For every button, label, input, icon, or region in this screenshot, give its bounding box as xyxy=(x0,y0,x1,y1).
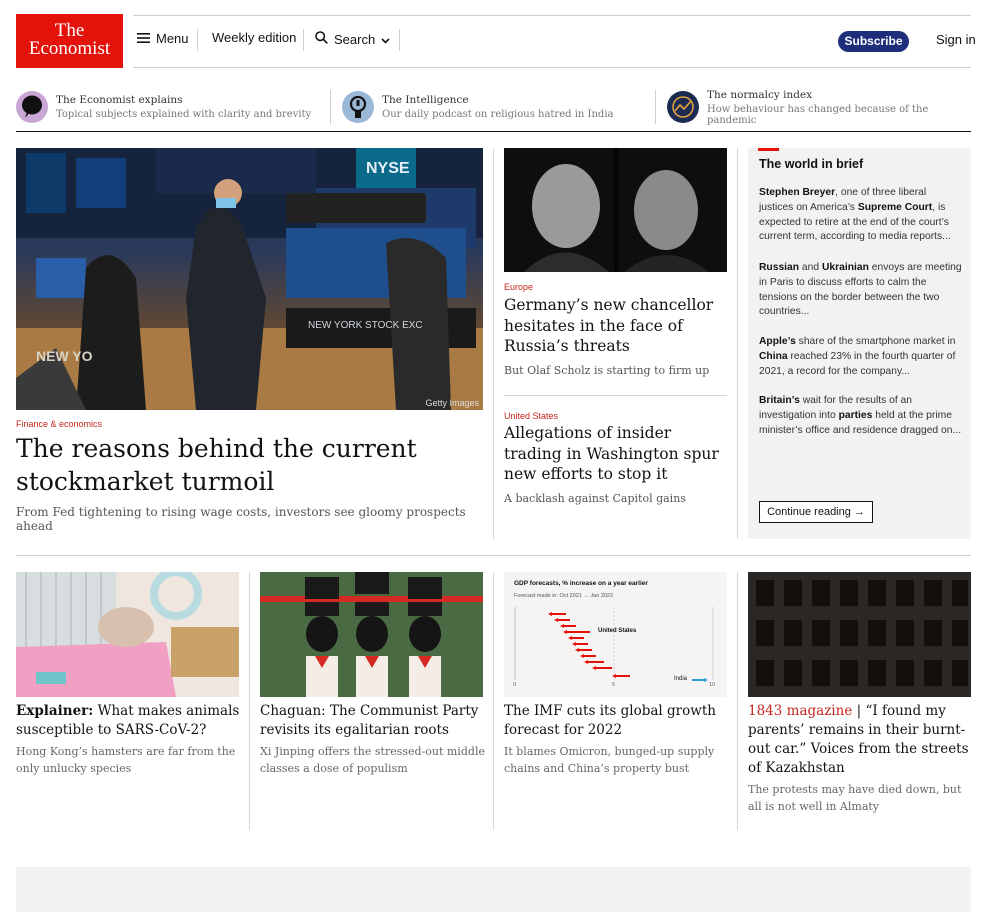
promo-title: The Intelligence xyxy=(382,94,469,106)
card-subtitle: The protests may have died down, but all… xyxy=(748,783,962,813)
subscribe-button[interactable]: Subscribe xyxy=(838,31,909,52)
column-divider xyxy=(249,572,250,830)
menu-label: Menu xyxy=(156,31,189,46)
floor-sign: NEW YORK STOCK EXC xyxy=(308,320,423,331)
card-headline[interactable]: 1843 magazine | “I found my parents’ rem… xyxy=(748,702,970,778)
footer-placeholder xyxy=(16,867,971,912)
menu-button[interactable]: Menu xyxy=(137,31,189,46)
brief-item: Apple’s share of the smartphone market i… xyxy=(759,336,956,377)
chart-tick: 0 xyxy=(513,682,517,688)
search-label: Search xyxy=(334,31,376,47)
podcast-head-icon xyxy=(342,91,374,123)
article-subtitle: A backlash against Capitol gains xyxy=(504,492,686,505)
sign-in-link[interactable]: Sign in xyxy=(936,32,976,47)
promo-divider xyxy=(330,90,331,124)
promo-subtitle: Our daily podcast on religious hatred in… xyxy=(382,109,614,120)
chart-label-india: India xyxy=(674,676,688,682)
card-subtitle: Hong Kong’s hamsters are far from the on… xyxy=(16,745,236,775)
chevron-down-icon xyxy=(381,32,390,47)
economist-logo[interactable]: The Economist xyxy=(16,14,123,68)
nav-divider xyxy=(197,29,198,51)
header-rule-bottom xyxy=(133,67,971,68)
article-subtitle: But Olaf Scholz is starting to firm up xyxy=(504,364,710,377)
promo-title: The Economist explains xyxy=(56,94,183,106)
column-divider xyxy=(493,148,494,539)
promo-subtitle: How behaviour has changed because of the… xyxy=(707,103,929,126)
burnt-building-image[interactable] xyxy=(748,572,971,697)
scholz-putin-image[interactable] xyxy=(504,148,727,272)
promo-normalcy-index[interactable]: The normalcy index How behaviour has cha… xyxy=(667,88,971,126)
nyse-sign: NYSE xyxy=(366,160,410,177)
promo-title: The normalcy index xyxy=(707,88,813,101)
hero-headline[interactable]: The reasons behind the current stockmark… xyxy=(16,432,476,498)
hamburger-icon xyxy=(137,31,150,46)
hamster-image[interactable] xyxy=(16,572,239,697)
card-headline[interactable]: Chaguan: The Communist Party revisits it… xyxy=(260,702,485,740)
article-divider xyxy=(504,395,727,396)
image-credit: Getty Images xyxy=(425,398,479,408)
section-rule xyxy=(16,555,971,556)
card-headline[interactable]: The IMF cuts its global growth forecast … xyxy=(504,702,719,740)
chart-tick: 10 xyxy=(709,682,716,688)
hero-subtitle: From Fed tightening to rising wage costs… xyxy=(16,505,466,533)
hero-kicker[interactable]: Finance & economics xyxy=(16,419,102,429)
speech-bubble-icon xyxy=(16,91,48,123)
card-headline[interactable]: Explainer: What makes animals susceptibl… xyxy=(16,702,241,740)
nav-divider xyxy=(399,29,400,51)
chaguan-illustration[interactable] xyxy=(260,572,483,697)
hero-image-stock-exchange[interactable]: NYSE NEW YORK STOCK EXC NEW YO Getty Ima… xyxy=(16,148,483,410)
chart-label-us: United States xyxy=(598,628,637,634)
logo-line2: Economist xyxy=(28,38,111,59)
promo-subtitle: Topical subjects explained with clarity … xyxy=(56,109,312,120)
weekly-edition-label: Weekly edition xyxy=(212,30,297,45)
brief-item: Russian and Ukrainian envoys are meeting… xyxy=(759,262,962,318)
article-headline[interactable]: Allegations of insider trading in Washin… xyxy=(504,423,726,485)
promo-strip-rule xyxy=(16,131,971,132)
card-subtitle: Xi Jinping offers the stressed-out middl… xyxy=(260,745,485,775)
continue-reading-button[interactable]: Continue reading → xyxy=(759,501,873,523)
gauge-icon xyxy=(667,91,699,123)
brief-item: Stephen Breyer, one of three liberal jus… xyxy=(759,187,951,243)
world-in-brief-title[interactable]: The world in brief xyxy=(759,157,863,171)
column-divider xyxy=(737,572,738,830)
article-kicker[interactable]: Europe xyxy=(504,282,533,292)
chart-tick: 5 xyxy=(612,682,616,688)
article-headline[interactable]: Germany’s new chancellor hesitates in th… xyxy=(504,295,719,357)
column-divider xyxy=(737,148,738,539)
brief-item: Britain’s wait for the results of an inv… xyxy=(759,395,962,436)
nav-divider xyxy=(303,29,304,51)
promo-economist-explains[interactable]: The Economist explains Topical subjects … xyxy=(16,88,316,126)
promo-divider xyxy=(655,90,656,124)
search-icon xyxy=(315,31,328,47)
world-in-brief-accent xyxy=(758,148,779,151)
card-subtitle: It blames Omicron, bunged-up supply chai… xyxy=(504,745,715,775)
weekly-edition-link[interactable]: Weekly edition xyxy=(212,30,296,45)
floor-sign-left: NEW YO xyxy=(36,348,93,364)
search-button[interactable]: Search xyxy=(315,31,390,47)
column-divider xyxy=(493,572,494,830)
header-rule-top xyxy=(133,15,971,16)
promo-the-intelligence[interactable]: The Intelligence Our daily podcast on re… xyxy=(342,88,642,126)
article-kicker[interactable]: United States xyxy=(504,411,558,421)
gdp-forecast-chart[interactable]: GDP forecasts, % increase on a year earl… xyxy=(504,572,727,697)
